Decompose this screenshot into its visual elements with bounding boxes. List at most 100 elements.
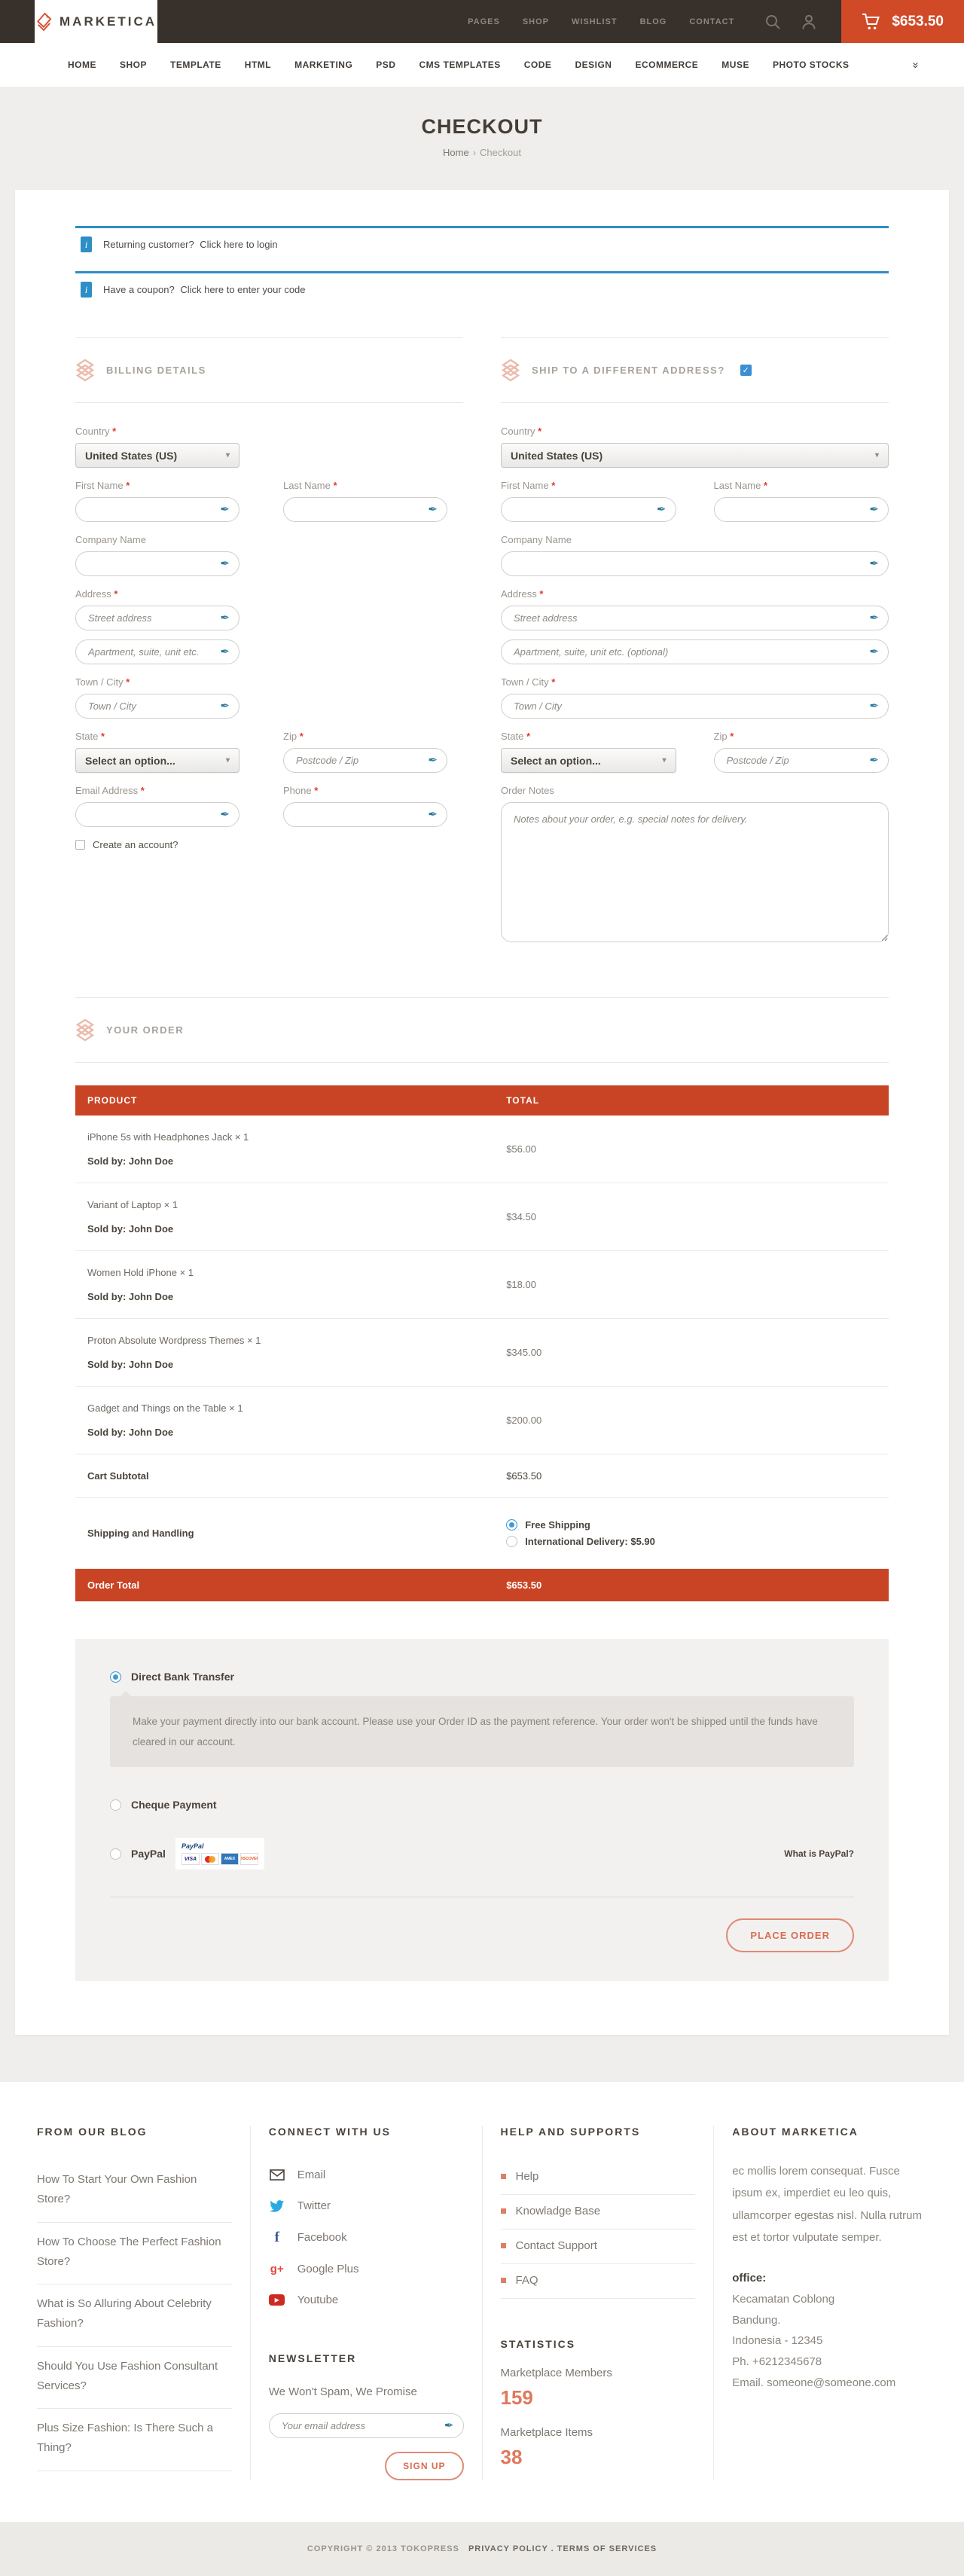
- blog-post-link[interactable]: What is So Alluring About Celebrity Fash…: [37, 2285, 232, 2347]
- search-icon[interactable]: [764, 14, 781, 30]
- social-facebook-link[interactable]: f Facebook: [269, 2222, 464, 2254]
- menu-psd[interactable]: PSD: [376, 60, 395, 70]
- top-nav-shop[interactable]: SHOP: [523, 17, 549, 26]
- item-seller: Sold by: John Doe: [87, 1223, 482, 1235]
- billing-email-input[interactable]: [75, 802, 239, 827]
- place-order-button[interactable]: PLACE ORDER: [726, 1918, 854, 1952]
- what-is-paypal-link[interactable]: What is PayPal?: [784, 1848, 854, 1859]
- billing-zip-input[interactable]: [283, 748, 447, 773]
- breadcrumb-home[interactable]: Home: [443, 147, 469, 158]
- office-line: Kecamatan Coblong: [732, 2289, 927, 2310]
- blog-post-link[interactable]: How To Start Your Own Fashion Store?: [37, 2160, 232, 2223]
- faq-link[interactable]: FAQ: [501, 2264, 696, 2299]
- stat-label: Marketplace Items: [501, 2426, 696, 2439]
- footer-about-column: ABOUT MARKETICA ec mollis lorem consequa…: [713, 2126, 945, 2480]
- menu-template[interactable]: TEMPLATE: [170, 60, 221, 70]
- menu-photo-stocks[interactable]: PHOTO STOCKS: [773, 60, 850, 70]
- radio-icon: [110, 1671, 121, 1683]
- shipping-company-input[interactable]: [501, 551, 889, 576]
- billing-company-input[interactable]: [75, 551, 239, 576]
- order-notes-textarea[interactable]: [501, 802, 889, 942]
- shipping-town-input[interactable]: [501, 694, 889, 719]
- contact-support-link[interactable]: Contact Support: [501, 2230, 696, 2264]
- menu-muse[interactable]: MUSE: [721, 60, 749, 70]
- shipping-last-name-input[interactable]: [714, 497, 889, 522]
- menu-ecommerce[interactable]: ECOMMERCE: [635, 60, 698, 70]
- payment-methods: Direct Bank Transfer Make your payment d…: [75, 1639, 889, 1981]
- top-nav-blog[interactable]: BLOG: [640, 17, 667, 26]
- pen-icon: ✒: [220, 557, 230, 569]
- office-line: Ph. +6212345678: [732, 2352, 927, 2373]
- footer-help-column: HELP AND SUPPORTS Help Knowladge Base Co…: [482, 2126, 714, 2480]
- login-notice-text: Returning customer?: [103, 239, 194, 250]
- menu-code[interactable]: CODE: [524, 60, 552, 70]
- breadcrumb-current: Checkout: [480, 147, 521, 158]
- menu-overflow-icon[interactable]: »: [909, 62, 922, 68]
- signup-button[interactable]: SIGN UP: [385, 2452, 463, 2480]
- top-nav-contact[interactable]: CONTACT: [689, 17, 734, 26]
- payment-bank-transfer[interactable]: Direct Bank Transfer: [110, 1671, 854, 1683]
- ship-different-checkbox[interactable]: ✓: [740, 365, 752, 376]
- shipping-first-name-input[interactable]: [501, 497, 676, 522]
- billing-phone-input[interactable]: [283, 802, 447, 827]
- top-nav-wishlist[interactable]: WISHLIST: [572, 17, 618, 26]
- shipping-option-international[interactable]: International Delivery: $5.90: [506, 1536, 877, 1547]
- top-nav-pages[interactable]: PAGES: [468, 17, 500, 26]
- shipping-country-select[interactable]: United States (US)▾: [501, 443, 889, 468]
- shipping-town-label: Town / City *: [501, 676, 889, 688]
- billing-street-input[interactable]: [75, 606, 239, 630]
- footer-about-title: ABOUT MARKETICA: [732, 2126, 927, 2138]
- help-link[interactable]: Help: [501, 2160, 696, 2195]
- layers-icon: [75, 1018, 95, 1042]
- shipping-street-input[interactable]: [501, 606, 889, 630]
- social-twitter-link[interactable]: Twitter: [269, 2191, 464, 2222]
- blog-post-link[interactable]: How To Choose The Perfect Fashion Store?: [37, 2223, 232, 2285]
- footer-blog-title: FROM OUR BLOG: [37, 2126, 232, 2138]
- item-name: Variant of Laptop × 1: [87, 1199, 482, 1210]
- newsletter-email-input[interactable]: [269, 2413, 464, 2438]
- menu-marketing[interactable]: MARKETING: [294, 60, 352, 70]
- order-total-row: Order Total $653.50: [75, 1569, 889, 1602]
- menu-html[interactable]: HTML: [245, 60, 271, 70]
- shipping-zip-input[interactable]: [714, 748, 889, 773]
- page-hero: CHECKOUT Home›Checkout: [0, 87, 964, 190]
- billing-town-input[interactable]: [75, 694, 239, 719]
- user-icon[interactable]: [801, 14, 817, 30]
- shipping-option-free[interactable]: Free Shipping: [506, 1519, 877, 1531]
- blog-post-link[interactable]: Plus Size Fashion: Is There Such a Thing…: [37, 2409, 232, 2471]
- stat-label: Marketplace Members: [501, 2367, 696, 2379]
- shipping-state-select[interactable]: Select an option...▾: [501, 748, 676, 773]
- shipping-apartment-input[interactable]: [501, 639, 889, 664]
- social-googleplus-link[interactable]: g+ Google Plus: [269, 2254, 464, 2285]
- breadcrumb: Home›Checkout: [0, 147, 964, 158]
- menu-cms-templates[interactable]: CMS TEMPLATES: [419, 60, 500, 70]
- login-notice: i Returning customer? Click here to logi…: [75, 226, 889, 267]
- pen-icon: ✒: [869, 503, 879, 514]
- billing-country-select[interactable]: United States (US)▾: [75, 443, 239, 468]
- menu-home[interactable]: HOME: [68, 60, 96, 70]
- billing-apartment-input[interactable]: [75, 639, 239, 664]
- social-email-link[interactable]: Email: [269, 2160, 464, 2191]
- order-table: PRODUCT TOTAL iPhone 5s with Headphones …: [75, 1085, 889, 1601]
- payment-cheque[interactable]: Cheque Payment: [110, 1799, 854, 1811]
- menu-shop[interactable]: SHOP: [120, 60, 147, 70]
- social-youtube-link[interactable]: ▶ Youtube: [269, 2285, 464, 2316]
- coupon-link[interactable]: Click here to enter your code: [177, 284, 305, 295]
- knowledge-base-link[interactable]: Knowladge Base: [501, 2195, 696, 2230]
- cart-button[interactable]: $653.50: [841, 0, 964, 43]
- create-account-checkbox[interactable]: Create an account?: [75, 839, 463, 850]
- bullet-icon: [501, 2174, 506, 2179]
- radio-icon: [506, 1519, 517, 1531]
- brand-logo[interactable]: MARKETICA: [35, 0, 157, 43]
- policy-links[interactable]: PRIVACY POLICY . TERMS OF SERVICES: [468, 2544, 657, 2553]
- billing-state-select[interactable]: Select an option...▾: [75, 748, 239, 773]
- billing-first-name-input[interactable]: [75, 497, 239, 522]
- item-seller: Sold by: John Doe: [87, 1427, 482, 1438]
- pen-icon: ✒: [428, 754, 438, 765]
- billing-last-name-input[interactable]: [283, 497, 447, 522]
- menu-design[interactable]: DESIGN: [575, 60, 612, 70]
- blog-post-link[interactable]: Should You Use Fashion Consultant Servic…: [37, 2347, 232, 2410]
- login-link[interactable]: Click here to login: [197, 239, 277, 250]
- payment-paypal[interactable]: PayPal: [110, 1848, 166, 1860]
- chevron-down-icon: ▾: [226, 451, 230, 459]
